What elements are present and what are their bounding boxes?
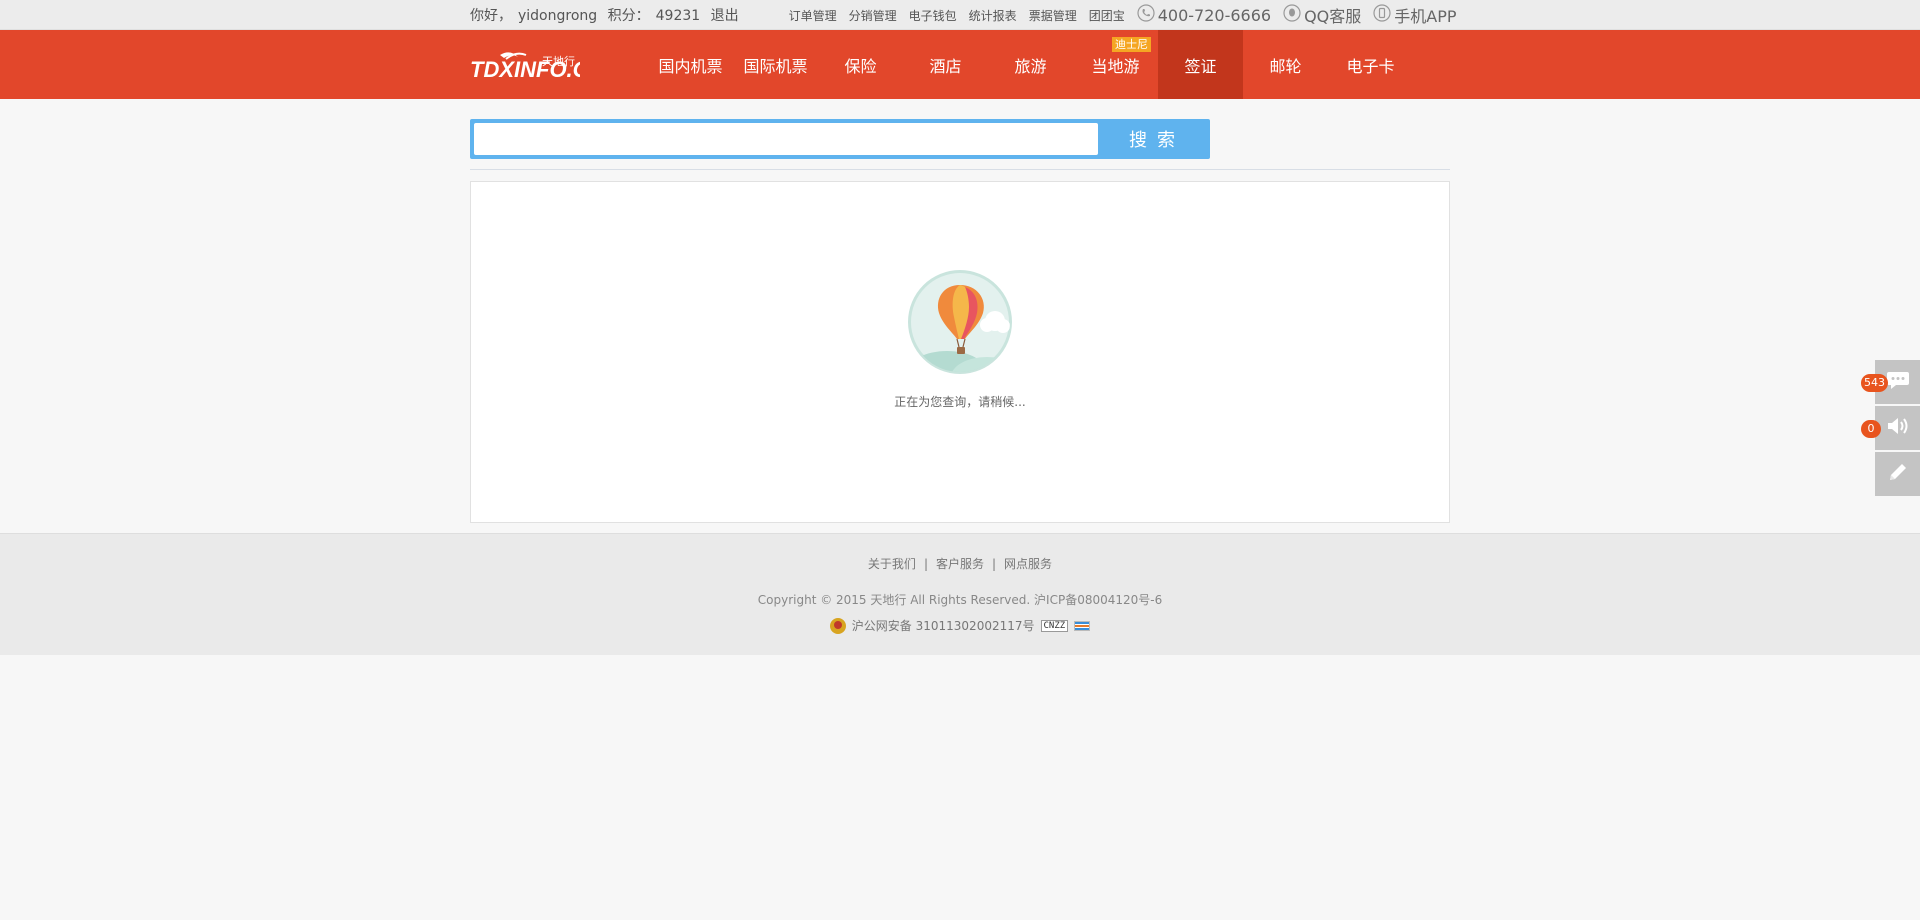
greeting-text: 你好， [470,8,512,24]
contact-area: 400-720-6666 QQ客服 手机APP [1137,3,1457,27]
search-row: 搜索 [470,119,1450,159]
notices-count-badge: 0 [1861,420,1881,438]
qq-service[interactable]: QQ客服 [1283,3,1361,27]
qq-icon [1283,4,1304,26]
nav-local-tours-label: 当地游 [1091,56,1140,76]
phone-contact: 400-720-6666 [1137,4,1271,26]
speaker-icon [1886,416,1910,440]
police-record-text[interactable]: 沪公网安备 31011302002117号 [852,617,1035,634]
disney-badge: 迪士尼 [1112,37,1151,52]
cnzz-badge[interactable]: CNZZ [1040,619,1069,632]
nav-visa[interactable]: 签证 [1158,30,1243,99]
qq-label: QQ客服 [1304,7,1362,26]
logo-chinese: 天地行 [542,55,575,68]
footer-links: 关于我们 | 客户服务 | 网点服务 [0,555,1920,572]
logout-link[interactable]: 退出 [711,8,739,24]
logo-mark-icon: TDXINFO.COM 天地行 [470,51,580,82]
nav-cruise[interactable]: 邮轮 [1243,30,1328,99]
police-emblem-icon [829,617,846,634]
points-value: 49231 [655,8,701,24]
nav-local-tours[interactable]: 当地游 迪士尼 [1073,30,1158,99]
copyright-text: Copyright © 2015 天地行 All Rights Reserved… [757,593,1163,607]
side-toolbar: 543 0 [1861,360,1920,498]
nav-travel[interactable]: 旅游 [988,30,1073,99]
stats-badge-icon[interactable] [1074,620,1091,631]
site-logo[interactable]: TDXINFO.COM 天地行 [470,45,590,85]
link-distribution-management[interactable]: 分销管理 [849,7,897,24]
pencil-icon [1887,461,1909,487]
main-content: 搜索 正在为您查询，请稍候... [470,119,1450,523]
primary-nav: 国内机票 国际机票 保险 酒店 旅游 当地游 迪士尼 签证 邮轮 电子卡 [648,30,1413,99]
police-record: 沪公网安备 31011302002117号 CNZZ [0,617,1920,634]
messages-count-badge: 543 [1861,374,1888,392]
link-order-management[interactable]: 订单管理 [789,7,837,24]
link-statistics-report[interactable]: 统计报表 [969,7,1017,24]
nav-international-flights[interactable]: 国际机票 [733,30,818,99]
nav-domestic-flights[interactable]: 国内机票 [648,30,733,99]
link-invoice-management[interactable]: 票据管理 [1029,7,1077,24]
main-navbar: TDXINFO.COM 天地行 国内机票 国际机票 保险 酒店 旅游 当地游 迪… [0,30,1920,99]
feedback-button[interactable] [1875,452,1920,496]
footer: 关于我们 | 客户服务 | 网点服务 Copyright © 2015 天地行 All … [0,533,1920,655]
footer-separator: | [923,557,928,571]
messages-button[interactable]: 543 [1861,360,1920,404]
link-e-wallet[interactable]: 电子钱包 [909,7,957,24]
footer-separator: | [992,557,997,571]
search-button[interactable]: 搜索 [1098,123,1206,155]
points-label: 积分： [607,8,650,24]
phone-icon [1137,4,1158,26]
chat-bubble-icon [1886,370,1910,394]
account-links: 订单管理 分销管理 电子钱包 统计报表 票据管理 团团宝 [789,7,1137,24]
app-label: 手机APP [1394,7,1457,26]
footer-link-about[interactable]: 关于我们 [868,557,916,571]
username[interactable]: yidongrong [518,8,597,24]
search-box: 搜索 [470,119,1210,159]
nav-insurance[interactable]: 保险 [818,30,903,99]
top-utility-bar: 你好， yidongrong 积分： 49231 退出 订单管理 分销管理 电子钱包… [0,0,1920,30]
search-input[interactable] [474,123,1098,155]
mobile-phone-icon [1373,4,1394,26]
results-panel: 正在为您查询，请稍候... [470,181,1450,523]
notices-button[interactable]: 0 [1861,406,1920,450]
nav-hotel[interactable]: 酒店 [903,30,988,99]
footer-link-outlet-service[interactable]: 网点服务 [1004,557,1052,571]
footer-link-customer-service[interactable]: 客户服务 [936,557,984,571]
mobile-app[interactable]: 手机APP [1373,3,1457,27]
loading-text: 正在为您查询，请稍候... [894,395,1026,409]
link-tuantuanbao[interactable]: 团团宝 [1089,7,1125,24]
hot-air-balloon-icon [907,269,1013,375]
nav-e-card[interactable]: 电子卡 [1328,30,1413,99]
user-greeting: 你好， yidongrong 积分： 49231 退出 [470,5,745,25]
divider [470,169,1450,170]
phone-number: 400-720-6666 [1157,5,1272,25]
